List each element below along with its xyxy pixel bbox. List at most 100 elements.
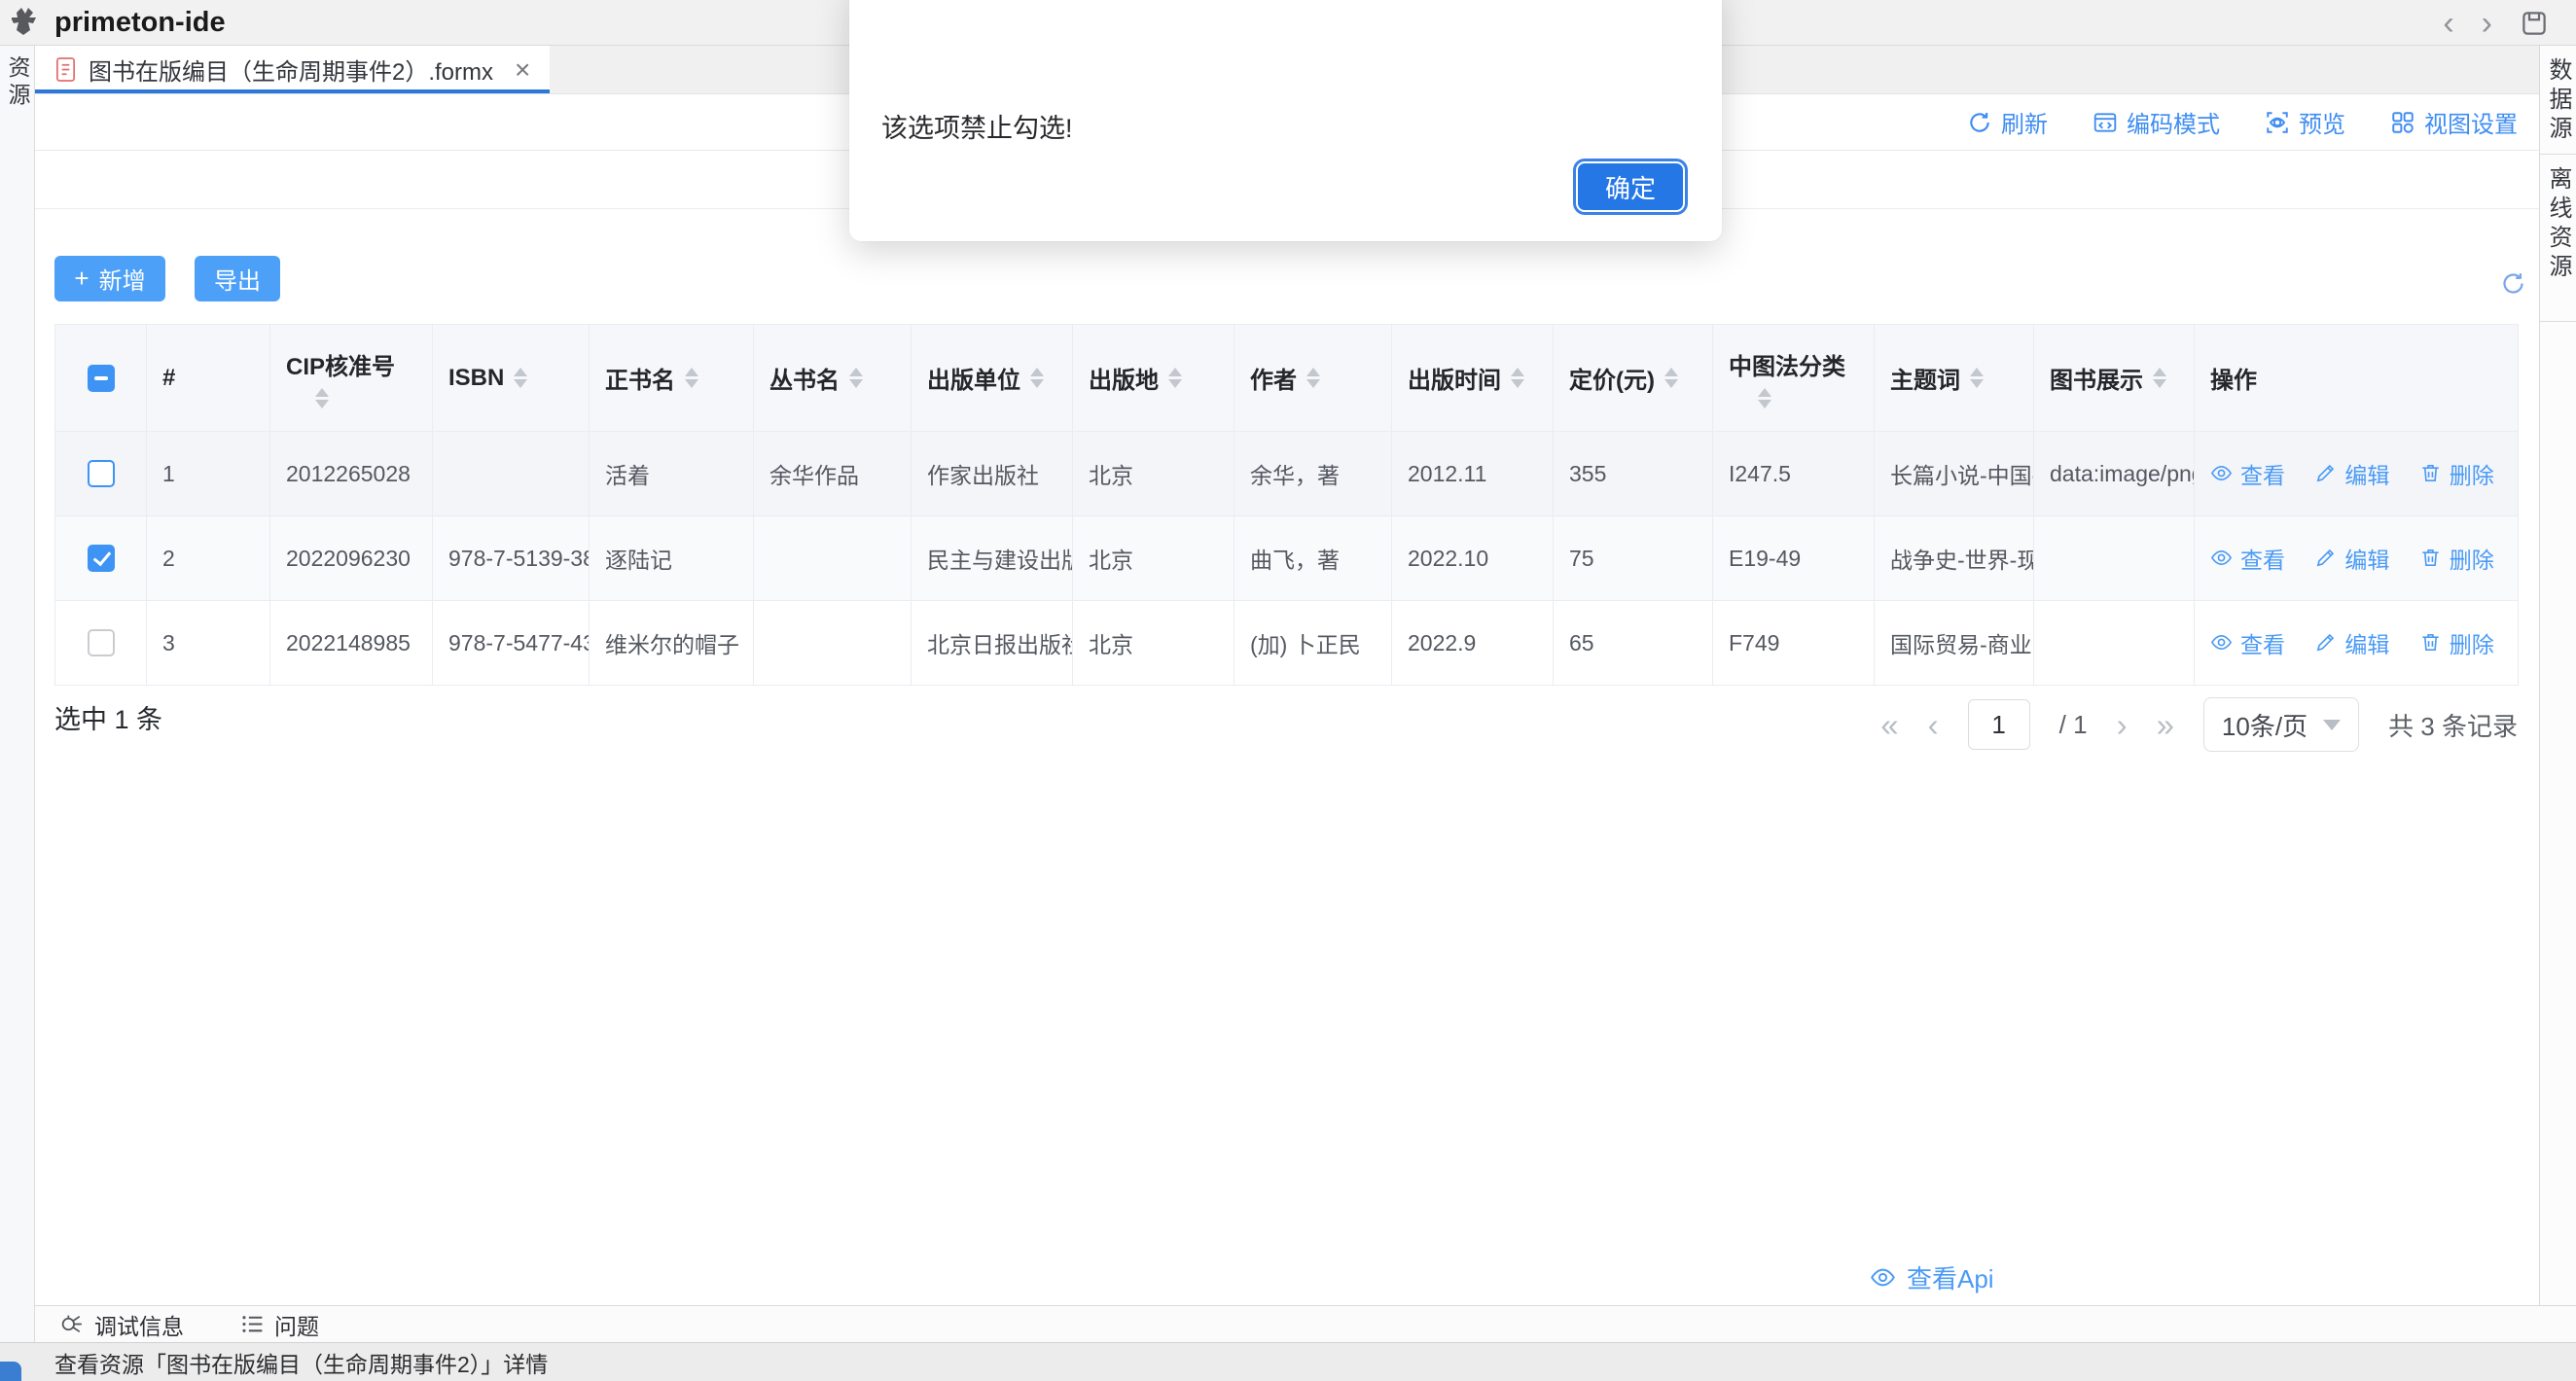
problems-button[interactable]: 问题 (240, 1308, 319, 1341)
books-table: # CIP核准号 ISBN 正书名 丛书名 出版单位 出版地 作者 出版时间 定… (54, 324, 2519, 686)
view-link[interactable]: 查看 (2210, 626, 2285, 659)
cell-date: 2012.11 (1392, 432, 1554, 516)
cell-title: 活着 (590, 432, 754, 516)
next-page-icon[interactable]: › (2117, 709, 2128, 741)
cell-cip: 2022148985 (270, 601, 433, 686)
sort-icon[interactable] (685, 368, 698, 388)
plus-icon: + (74, 264, 89, 294)
cell-subject: 战争史-世界-现 (1875, 516, 2034, 601)
sort-icon[interactable] (1030, 368, 1044, 388)
column-header: 出版地 (1089, 361, 1159, 395)
trash-icon (2419, 462, 2442, 484)
first-page-icon[interactable]: « (1880, 709, 1898, 741)
cell-publisher: 北京日报出版社 (912, 601, 1073, 686)
problems-list-icon (240, 1312, 265, 1336)
sort-icon[interactable] (1168, 368, 1182, 388)
sort-icon[interactable] (514, 368, 527, 388)
edit-link[interactable]: 编辑 (2314, 542, 2389, 575)
row-checkbox[interactable] (88, 629, 115, 656)
cell-series (754, 601, 912, 686)
sidebar-item-datasource[interactable]: 数据源 (2540, 46, 2576, 155)
edit-link[interactable]: 编辑 (2314, 626, 2389, 659)
column-header: # (162, 365, 175, 392)
sort-icon[interactable] (315, 388, 329, 408)
refresh-button[interactable]: 刷新 (1967, 105, 2048, 139)
last-page-icon[interactable]: » (2157, 709, 2174, 741)
sort-icon[interactable] (2153, 368, 2166, 388)
cell-series (754, 516, 912, 601)
view-link[interactable]: 查看 (2210, 542, 2285, 575)
row-checkbox[interactable] (88, 460, 115, 487)
column-header: 主题词 (1890, 361, 1960, 395)
preview-icon (2265, 110, 2290, 135)
export-button[interactable]: 导出 (195, 256, 280, 301)
cell-date: 2022.9 (1392, 601, 1554, 686)
eye-icon (2210, 631, 2233, 654)
table-row: 1 2012265028 活着 余华作品 作家出版社 北京 余华，著 2012.… (55, 432, 2519, 516)
prev-page-icon[interactable]: ‹ (1928, 709, 1939, 741)
records-total: 共 3 条记录 (2388, 707, 2518, 743)
view-settings-button[interactable]: 视图设置 (2390, 105, 2518, 139)
add-button[interactable]: + 新增 (54, 256, 165, 301)
column-header: 中图法分类 (1729, 347, 1845, 381)
sort-icon[interactable] (1511, 368, 1524, 388)
page-total-label: / 1 (2059, 710, 2088, 740)
app-logo-icon (12, 6, 45, 39)
close-icon[interactable]: × (515, 56, 530, 84)
page-input[interactable] (1968, 699, 2030, 750)
app-title: primeton-ide (54, 7, 226, 39)
preview-button[interactable]: 预览 (2265, 105, 2345, 139)
sort-icon[interactable] (849, 368, 863, 388)
code-mode-button[interactable]: 编码模式 (2093, 105, 2220, 139)
column-header: CIP核准号 (286, 347, 395, 381)
cell-display (2034, 601, 2195, 686)
cell-publisher: 作家出版社 (912, 432, 1073, 516)
cell-display (2034, 516, 2195, 601)
sort-icon[interactable] (1758, 388, 1771, 408)
delete-link[interactable]: 删除 (2419, 626, 2494, 659)
column-header: 正书名 (605, 361, 675, 395)
sort-icon[interactable] (1664, 368, 1678, 388)
cell-author: 曲飞，著 (1234, 516, 1392, 601)
table-refresh-icon[interactable] (2500, 270, 2526, 297)
tab-form-editor[interactable]: 图书在版编目（生命周期事件2）.formx × (35, 46, 550, 93)
select-all-checkbox[interactable] (88, 365, 115, 392)
column-header: 定价(元) (1569, 361, 1655, 395)
ok-button[interactable]: 确定 (1576, 161, 1685, 212)
alert-dialog: 该选项禁止勾选! 确定 (849, 0, 1722, 241)
forward-icon[interactable]: › (2482, 7, 2492, 40)
view-link[interactable]: 查看 (2210, 457, 2285, 490)
sort-icon[interactable] (1970, 368, 1984, 388)
left-rail: 资源 (0, 46, 35, 1342)
sort-icon[interactable] (1306, 368, 1320, 388)
cell-cip: 2022096230 (270, 516, 433, 601)
cell-clc: F749 (1713, 601, 1875, 686)
chevron-down-icon (2323, 720, 2341, 730)
back-icon[interactable]: ‹ (2443, 7, 2453, 40)
debug-info-button[interactable]: 调试信息 (60, 1308, 184, 1341)
sidebar-item-offline-resources[interactable]: 离线资源 (2540, 155, 2576, 322)
cell-isbn: 978-7-5139-38 (433, 516, 590, 601)
save-icon[interactable] (2520, 9, 2549, 38)
view-settings-icon (2390, 110, 2415, 135)
table-header-row: # CIP核准号 ISBN 正书名 丛书名 出版单位 出版地 作者 出版时间 定… (55, 325, 2519, 432)
delete-link[interactable]: 删除 (2419, 542, 2494, 575)
row-checkbox[interactable] (88, 545, 115, 572)
page-size-select[interactable]: 10条/页 (2203, 697, 2359, 752)
edit-link[interactable]: 编辑 (2314, 457, 2389, 490)
bottom-panel-bar: 调试信息 问题 (35, 1305, 2576, 1342)
cell-num: 1 (147, 432, 270, 516)
pencil-icon (2314, 547, 2337, 569)
cell-isbn (433, 432, 590, 516)
column-header: 图书展示 (2050, 361, 2143, 395)
bottom-left-indicator (0, 1362, 21, 1381)
sidebar-item-resources[interactable]: 资源 (0, 55, 34, 110)
tab-title: 图书在版编目（生命周期事件2）.formx (89, 53, 493, 87)
delete-link[interactable]: 删除 (2419, 457, 2494, 490)
cell-cip: 2012265028 (270, 432, 433, 516)
eye-icon (1870, 1264, 1896, 1291)
view-api-link[interactable]: 查看Api (1870, 1259, 1994, 1295)
column-header: 作者 (1250, 361, 1297, 395)
column-header: ISBN (448, 365, 504, 392)
column-header: 丛书名 (769, 361, 840, 395)
